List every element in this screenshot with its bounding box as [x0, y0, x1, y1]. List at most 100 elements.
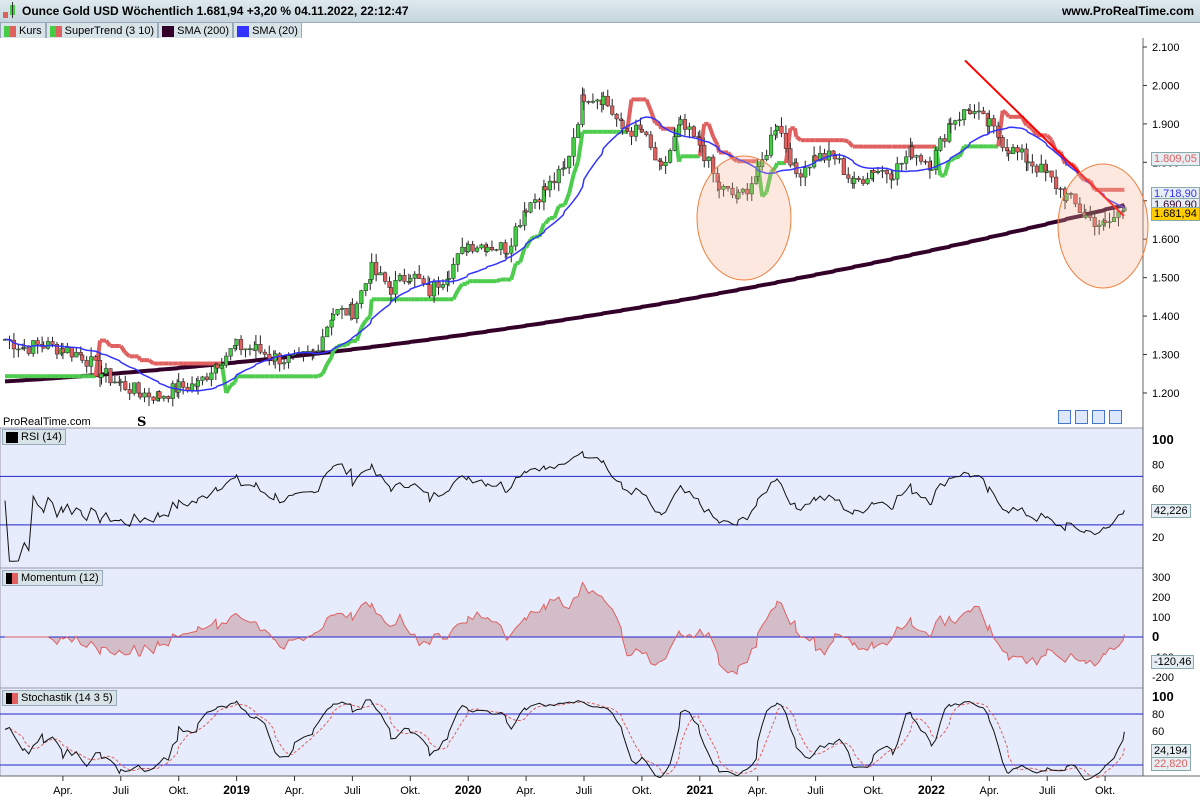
candle-body: [803, 167, 808, 178]
candle-body: [132, 382, 137, 394]
price-tick-label: 1.500: [1152, 273, 1180, 285]
candle-body: [929, 169, 934, 171]
candle-body: [127, 389, 132, 394]
candle-body: [350, 303, 355, 319]
x-tick-label: Okt.: [1095, 785, 1115, 797]
candle-body: [633, 124, 639, 137]
candle-body: [774, 125, 780, 131]
candle-body: [1006, 150, 1011, 154]
candle-body: [629, 130, 634, 137]
candle-body: [316, 350, 321, 353]
rsi-panel-title[interactable]: RSI (14): [2, 429, 66, 445]
stoch-panel-title[interactable]: Stochastik (14 3 5): [2, 690, 117, 706]
supertrend-segment: [464, 280, 470, 285]
candle-body: [788, 148, 793, 166]
candle-body: [103, 368, 109, 375]
candle-body: [996, 125, 1001, 138]
candle-body: [421, 278, 426, 284]
candle-body: [1049, 170, 1054, 178]
copy-icon[interactable]: [1109, 410, 1122, 424]
candle-body: [567, 156, 572, 169]
candle-body: [524, 210, 529, 213]
candle-body: [412, 273, 417, 279]
candle-body: [267, 353, 272, 359]
candle-body: [1054, 176, 1059, 189]
x-tick-label: Juli: [576, 785, 593, 797]
chart-canvas[interactable]: 2.1002.0001.9001.8001.7001.6001.5001.400…: [0, 0, 1200, 800]
candle-body: [84, 360, 89, 367]
candle-body: [899, 162, 904, 165]
candle-body: [991, 118, 996, 127]
candle-body: [663, 162, 668, 166]
candle-body: [262, 351, 267, 355]
candle-body: [440, 284, 446, 288]
supertrend-segment: [136, 355, 142, 361]
candle-body: [938, 138, 943, 151]
x-tick-label: Juli: [113, 785, 130, 797]
panel-tools: [1058, 410, 1122, 424]
copy-icon[interactable]: [1075, 410, 1088, 424]
stoch-tick-label: 60: [1152, 726, 1164, 738]
candle-body: [388, 287, 394, 295]
candle-body: [875, 170, 881, 173]
candle-body: [118, 381, 123, 383]
momentum-tick-label: 200: [1152, 592, 1170, 604]
stoch-k-label: 24,194: [1151, 744, 1191, 758]
candle-body: [841, 158, 846, 175]
price-tick-label: 1.900: [1152, 119, 1180, 131]
candle-body: [286, 355, 291, 363]
copy-icon[interactable]: [1092, 410, 1105, 424]
candle-body: [446, 278, 451, 280]
candle-body: [504, 252, 509, 255]
momentum-tick-label: 300: [1152, 572, 1170, 584]
candle-body: [479, 244, 484, 249]
supertrend-segment: [495, 277, 502, 284]
candle-body: [779, 125, 784, 134]
candle-body: [209, 372, 214, 380]
candle-body: [344, 308, 349, 316]
candle-body: [962, 109, 967, 121]
candle-body: [31, 340, 36, 354]
candle-body: [923, 161, 928, 163]
candle-body: [953, 120, 958, 125]
candle-body: [837, 158, 842, 160]
candle-body: [282, 362, 287, 365]
candle-body: [1058, 188, 1063, 190]
candle-body: [1015, 147, 1020, 153]
x-tick-label: 2021: [686, 783, 713, 797]
candle-body: [436, 281, 441, 288]
copy-icon[interactable]: [1058, 410, 1071, 424]
x-tick-label: Okt.: [400, 785, 420, 797]
candle-body: [89, 356, 94, 367]
rsi-tick-label: 60: [1152, 484, 1164, 496]
candle-body: [576, 124, 581, 138]
candle-body: [503, 242, 508, 254]
candle-body: [108, 368, 113, 384]
candle-body: [408, 278, 413, 282]
candle-body: [475, 247, 480, 252]
candle-body: [161, 396, 166, 399]
candle-body: [204, 376, 209, 380]
candle-body: [369, 262, 374, 280]
price-tick-label: 1.400: [1152, 311, 1180, 323]
candle-body: [320, 336, 325, 351]
x-tick-label: Okt.: [632, 785, 652, 797]
momentum-panel-title[interactable]: Momentum (12): [2, 570, 103, 586]
candle-body: [678, 119, 683, 126]
supertrend-segment: [773, 162, 779, 169]
supertrend-segment: [317, 372, 324, 379]
supertrend-segment: [1005, 113, 1011, 118]
candle-body: [918, 155, 924, 162]
x-tick-label: 2019: [223, 783, 250, 797]
candle-body: [35, 340, 40, 345]
candle-body: [653, 147, 658, 161]
candle-body: [74, 352, 79, 358]
supertrend-segment: [1001, 108, 1009, 116]
stoch-title-text: Stochastik (14 3 5): [21, 692, 113, 704]
rsi-title-text: RSI (14): [21, 431, 62, 443]
candle-body: [50, 341, 55, 345]
candle-body: [904, 156, 909, 164]
candle-body: [648, 134, 653, 148]
candle-body: [691, 126, 696, 137]
candle-body: [26, 347, 31, 354]
